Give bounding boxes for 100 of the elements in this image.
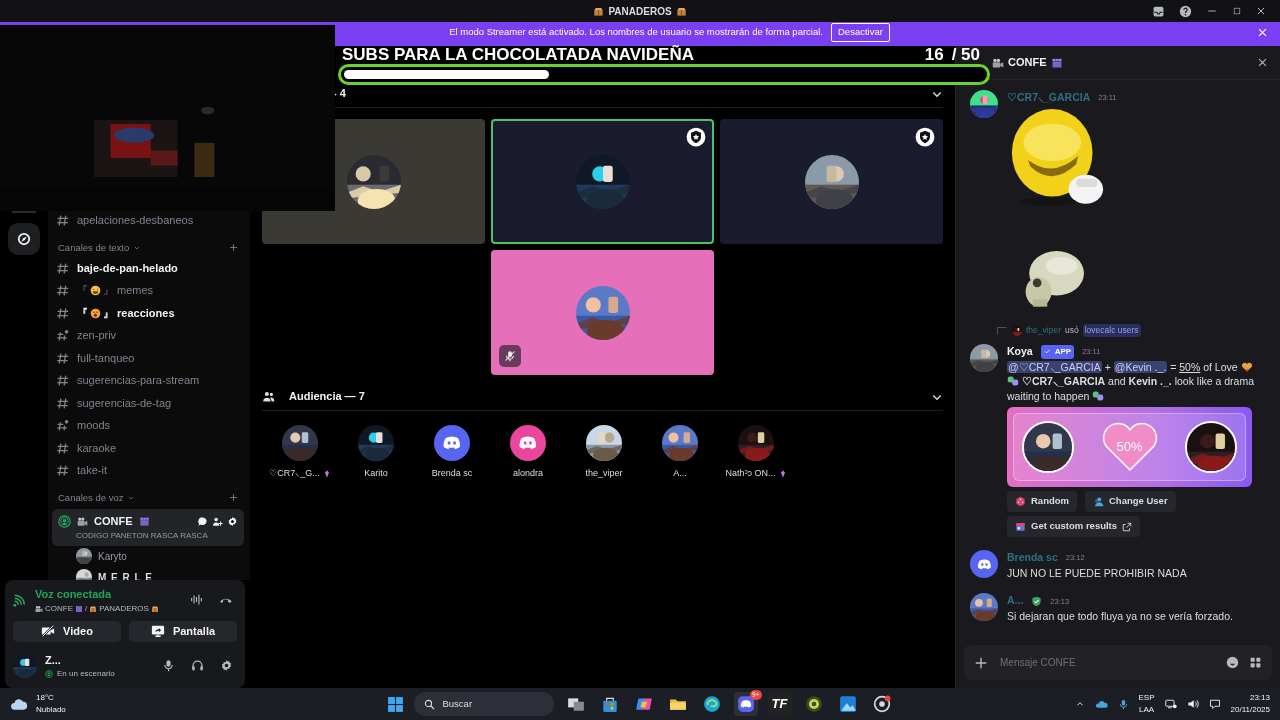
photos-icon[interactable]	[838, 695, 857, 713]
hash-icon	[56, 351, 69, 365]
message-text: JUN NO LE PUEDE PROHIBIR NADA	[1007, 565, 1188, 581]
channel-name: CONFE	[94, 514, 133, 529]
colorful-app-icon[interactable]	[634, 695, 653, 713]
stage-icon	[58, 514, 71, 528]
video-button[interactable]: Video	[13, 620, 121, 642]
circle-app-icon[interactable]	[872, 695, 891, 713]
notification-icon[interactable]	[1208, 698, 1221, 710]
screen-share-button[interactable]: Pantalla	[129, 620, 237, 642]
audience-name[interactable]: alondra	[513, 467, 543, 481]
message-box[interactable]: Mensaje CONFE	[964, 645, 1272, 680]
user-icon[interactable]	[1093, 496, 1104, 507]
voice-channel[interactable]: CONFE CODIGO PANETON RASCA RASCA	[52, 509, 244, 546]
message-field[interactable]: Mensaje CONFE	[998, 654, 1216, 671]
clapperboard-icon	[1050, 56, 1063, 69]
screen-share-icon[interactable]	[150, 624, 165, 638]
audience-name[interactable]: Brenda sc	[431, 467, 473, 481]
link[interactable]: 50%	[1179, 360, 1201, 373]
help-icon[interactable]	[1179, 4, 1192, 18]
close-icon[interactable]	[1257, 57, 1268, 68]
channel-link[interactable]: full-tanqueo	[48, 346, 244, 370]
audience-name[interactable]: ♡CR7⸜_G...	[269, 467, 320, 481]
channel-link[interactable]: sugerencias-para-stream	[48, 369, 244, 392]
custom-results-button[interactable]: Get custom results	[1007, 516, 1141, 537]
author-name[interactable]: Koya	[1007, 343, 1033, 360]
app-icon[interactable]: TF	[767, 692, 792, 716]
calendar-icon[interactable]	[1015, 521, 1026, 532]
start-icon[interactable]	[386, 695, 404, 713]
channel-link[interactable]: zen-priv	[48, 324, 244, 347]
movie-camera-icon	[992, 56, 1004, 69]
invite-icon[interactable]	[212, 515, 223, 527]
laughing-face-icon	[90, 285, 101, 296]
hash-icon	[56, 261, 69, 275]
random-button[interactable]: Random	[1007, 491, 1077, 512]
settings-icon[interactable]	[227, 515, 238, 527]
disc-icon[interactable]	[804, 695, 823, 713]
category-header[interactable]: Canales de texto	[58, 240, 130, 255]
emoji-icon[interactable]	[1226, 656, 1239, 669]
maximize-icon[interactable]	[1232, 6, 1242, 16]
speaker-tile[interactable]	[720, 119, 943, 244]
audience-icon	[262, 390, 275, 403]
settings-icon[interactable]	[220, 659, 233, 673]
member-name[interactable]: Karyto	[98, 548, 127, 564]
command-link[interactable]: lovecalc users	[1082, 324, 1141, 338]
channel-link[interactable]: karaoke	[48, 436, 244, 460]
add-channel-icon[interactable]	[229, 243, 238, 253]
soundwave-icon[interactable]	[190, 593, 203, 607]
add-icon[interactable]	[974, 655, 988, 670]
category-header[interactable]: Canales de voz	[58, 490, 124, 505]
audience-name[interactable]: Nathᵓↄ ON...	[725, 467, 776, 481]
inbox-icon[interactable]	[1152, 4, 1165, 18]
clock-time[interactable]: 23:13	[1230, 692, 1270, 704]
search-icon[interactable]	[423, 698, 435, 710]
speaker-tile[interactable]	[491, 119, 714, 244]
browser-icon[interactable]	[702, 695, 721, 713]
user-mention[interactable]: @Kevin ._.	[1113, 360, 1168, 373]
clock-date[interactable]: 20/11/2025	[1230, 704, 1270, 716]
display-icon[interactable]	[1164, 698, 1177, 710]
chat-icon[interactable]	[197, 515, 208, 527]
microphone-icon[interactable]	[162, 659, 175, 673]
user-mention[interactable]: @♡CR7⸜_GARCIA	[1007, 360, 1102, 373]
package-icon	[593, 5, 605, 17]
add-channel-icon[interactable]	[229, 493, 238, 503]
channel-link[interactable]: sugerencias-de-tag	[48, 391, 244, 415]
speaker-tile[interactable]	[491, 250, 714, 375]
channel-link[interactable]: take-it	[48, 459, 244, 482]
discover-button[interactable]	[8, 223, 40, 255]
masks-icon	[1092, 389, 1105, 402]
store-icon[interactable]	[600, 695, 619, 713]
message-text: =	[1170, 360, 1177, 373]
audience-name[interactable]: A...	[673, 467, 687, 481]
clapperboard-icon	[138, 515, 150, 527]
close-icon[interactable]	[1256, 6, 1266, 16]
channel-link[interactable]: baje-de-pan-helado	[48, 256, 244, 280]
audience-name[interactable]: Karito	[364, 467, 388, 481]
language-text[interactable]: ESP	[1138, 692, 1155, 704]
apps-icon[interactable]	[1249, 656, 1262, 669]
user-name: Z...	[45, 652, 62, 668]
layout-text[interactable]: LAA	[1138, 704, 1155, 716]
task-view-icon[interactable]	[566, 695, 585, 713]
movie-camera-icon	[35, 604, 43, 613]
search-field[interactable]: Buscar	[413, 692, 554, 716]
channel-link[interactable]: moods	[48, 414, 244, 437]
video-off-icon[interactable]	[41, 624, 56, 638]
dice-icon[interactable]	[1015, 496, 1026, 507]
channel-link[interactable]: apelaciones-desbaneos	[48, 209, 244, 232]
channel-link[interactable]: 『 』 reacciones	[48, 301, 244, 325]
external-link-icon[interactable]	[1122, 521, 1133, 532]
compass-icon[interactable]	[17, 232, 31, 246]
microphone-icon[interactable]	[1117, 698, 1129, 710]
change-user-button[interactable]: Change User	[1085, 491, 1176, 512]
volume-icon[interactable]	[1186, 698, 1199, 710]
deactivate-button[interactable]: Desactivar	[831, 23, 890, 42]
chat-app-icon[interactable]	[736, 695, 755, 713]
headphones-icon[interactable]	[191, 659, 204, 673]
member-name[interactable]: M E R L E	[98, 569, 153, 580]
channel-link[interactable]: 『 』 memes	[48, 279, 244, 302]
audience-name[interactable]: the_viper	[585, 467, 623, 481]
reply-verb: usó	[1064, 324, 1079, 338]
